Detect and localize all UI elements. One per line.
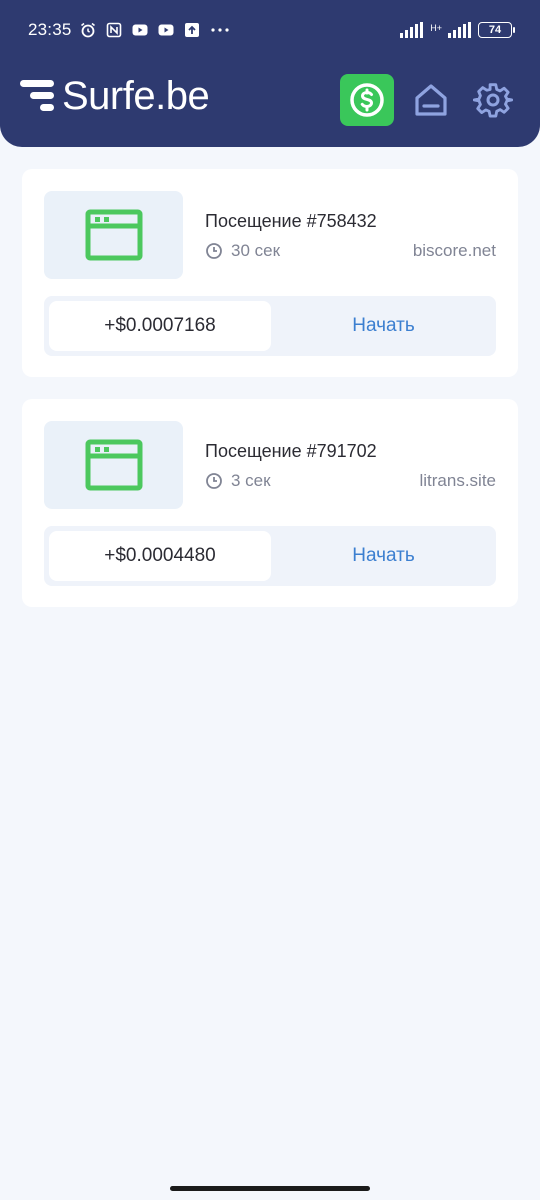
logo-mark-icon (20, 80, 54, 111)
home-icon (415, 84, 447, 116)
status-notification-icons (80, 22, 230, 38)
alarm-icon (80, 22, 95, 38)
home-button[interactable] (404, 74, 458, 126)
settings-button[interactable] (466, 74, 520, 126)
task-actions: +$0.0004480 Начать (44, 526, 496, 586)
status-bar: 23:35 H+ 74 (0, 0, 540, 60)
task-meta: 30 сек biscore.net (205, 241, 496, 261)
task-title: Посещение #758432 (205, 211, 377, 231)
dollar-icon (350, 83, 384, 117)
task-site: litrans.site (419, 471, 496, 490)
task-site: biscore.net (412, 241, 496, 260)
browser-window-icon (85, 439, 142, 491)
task-reward: +$0.0004480 (49, 531, 271, 581)
start-button[interactable]: Начать (271, 526, 496, 586)
network-type: H+ (430, 23, 442, 33)
clock-icon (206, 473, 222, 489)
youtube-icon (158, 24, 174, 36)
start-button[interactable]: Начать (271, 296, 496, 356)
status-system-icons: H+ 74 (400, 22, 515, 38)
task-reward: +$0.0007168 (49, 301, 271, 351)
browser-window-icon (85, 209, 142, 261)
balance-button[interactable] (340, 74, 394, 126)
app-header: 23:35 H+ 74 Surfe.be (0, 0, 540, 147)
task-thumbnail (44, 421, 183, 509)
task-card: Посещение #791702 3 сек litrans.site +$0… (22, 399, 518, 607)
signal-icon (400, 22, 424, 38)
task-duration: 30 сек (231, 241, 281, 260)
gear-icon (473, 83, 513, 118)
signal-icon (448, 22, 471, 38)
task-actions: +$0.0007168 Начать (44, 296, 496, 356)
battery-indicator: 74 (478, 22, 515, 38)
task-meta: 3 сек litrans.site (205, 471, 496, 491)
app-logo: Surfe.be (20, 74, 210, 118)
clock-icon (206, 243, 222, 259)
task-thumbnail (44, 191, 183, 279)
more-dots-icon (210, 28, 229, 32)
battery-level: 74 (488, 24, 502, 36)
nfc-icon (106, 22, 121, 38)
task-card: Посещение #758432 30 сек biscore.net +$0… (22, 169, 518, 377)
task-duration: 3 сек (231, 471, 271, 490)
logo-text: Surfe.be (62, 74, 210, 118)
upload-icon (184, 23, 199, 37)
gesture-bar[interactable] (170, 1186, 370, 1191)
status-time: 23:35 (28, 20, 72, 39)
youtube-icon (132, 24, 148, 36)
task-title: Посещение #791702 (205, 441, 377, 461)
